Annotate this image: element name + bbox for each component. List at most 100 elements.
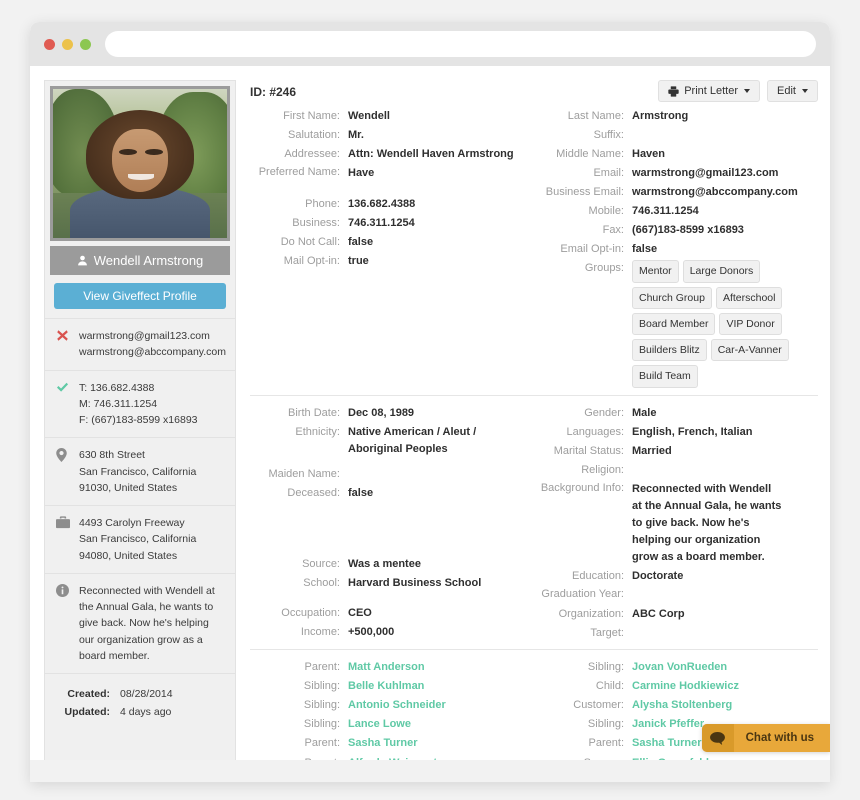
field-value: Male bbox=[632, 406, 657, 419]
field-languages: Languages: English, French, Italian bbox=[534, 424, 808, 441]
contact-name-banner: Wendell Armstrong bbox=[50, 246, 230, 275]
email-line: warmstrong@gmail123.com bbox=[79, 330, 210, 342]
field-business-phone: Business: 746.311.1254 bbox=[250, 215, 524, 232]
group-badge[interactable]: Afterschool bbox=[715, 286, 783, 309]
view-giveffect-profile-button[interactable]: View Giveffect Profile bbox=[54, 283, 226, 309]
field-value: Doctorate bbox=[632, 570, 684, 583]
field-row: Child: Carmine Hodkiewicz bbox=[534, 678, 808, 695]
field-marital-status: Marital Status: Married bbox=[534, 443, 808, 460]
contact-name-text: Wendell Armstrong bbox=[93, 253, 204, 268]
field-value: English, French, Italian bbox=[632, 425, 753, 438]
field-label: First Name: bbox=[283, 110, 340, 122]
field-value: Haven bbox=[632, 148, 666, 161]
sidebar-meta: Created: 08/28/2014 Updated: 4 days ago bbox=[45, 674, 235, 738]
field-value: warmstrong@abccompany.com bbox=[632, 186, 798, 199]
related-contact-link[interactable]: Janick Pfeffer bbox=[632, 716, 704, 733]
field-row: Sibling: Lance Lowe bbox=[250, 716, 524, 733]
related-contact-link[interactable]: Sasha Turner bbox=[632, 735, 702, 752]
group-badge[interactable]: Builders Blitz bbox=[632, 339, 707, 362]
group-badge[interactable]: Board Member bbox=[632, 312, 716, 336]
related-contact-link[interactable]: Carmine Hodkiewicz bbox=[632, 678, 739, 695]
window-controls bbox=[44, 38, 91, 50]
field-label: Target: bbox=[590, 627, 624, 640]
print-letter-label: Print Letter bbox=[684, 85, 739, 97]
contact-photo bbox=[50, 86, 230, 241]
address-line: 94080, United States bbox=[79, 549, 178, 562]
field-label: Sibling: bbox=[587, 661, 624, 674]
related-contact-link[interactable]: Belle Kuhlman bbox=[348, 678, 424, 695]
phone-line: F: (667)183-8599 x16893 bbox=[79, 414, 198, 427]
field-label: Email Opt-in: bbox=[560, 243, 624, 256]
field-value: 746.311.1254 bbox=[348, 217, 415, 230]
field-middle-name: Middle Name: Haven bbox=[534, 146, 808, 163]
field-groups: Groups: Mentor Large Donors Church Group Af… bbox=[534, 260, 808, 388]
field-value: warmstrong@gmail123.com bbox=[632, 167, 779, 180]
updated-label: Updated: bbox=[64, 706, 111, 719]
field-row: Parent: Sasha Turner bbox=[250, 735, 524, 752]
field-label: Education: bbox=[572, 570, 624, 583]
maximize-window-button[interactable] bbox=[80, 38, 91, 50]
field-value: true bbox=[348, 255, 369, 268]
field-maiden-name: Maiden Name: bbox=[250, 466, 524, 483]
groups-badge-list: Mentor Large Donors Church Group Afterschoo… bbox=[632, 260, 804, 388]
page-bottom-fade bbox=[30, 760, 830, 782]
group-badge[interactable]: Car-A-Vanner bbox=[710, 339, 789, 362]
field-label: Customer: bbox=[573, 699, 624, 712]
group-badge[interactable]: Church Group bbox=[632, 286, 712, 309]
field-phone: Phone: 136.682.4388 bbox=[250, 196, 524, 213]
group-badge[interactable]: Large Donors bbox=[682, 260, 761, 283]
related-contact-link[interactable]: Alysha Stoltenberg bbox=[632, 697, 732, 714]
field-label: Income: bbox=[300, 626, 340, 639]
field-label: Gender: bbox=[584, 406, 624, 419]
page-viewport: Wendell Armstrong View Giveffect Profile… bbox=[30, 66, 830, 782]
chat-widget-button[interactable]: Chat with us bbox=[701, 724, 830, 752]
field-value: Have bbox=[348, 167, 375, 180]
sidebar-work-address-text: 4493 Carolyn Freeway San Francisco, Cali… bbox=[79, 515, 196, 564]
relationships-left-column: Parent: Matt Anderson Sibling: Belle Kuhlma… bbox=[250, 659, 534, 773]
group-badge[interactable]: VIP Donor bbox=[719, 312, 782, 336]
field-label: Parent: bbox=[588, 737, 624, 750]
updated-value: 4 days ago bbox=[120, 706, 172, 719]
related-contact-link[interactable]: Lance Lowe bbox=[348, 716, 411, 733]
minimize-window-button[interactable] bbox=[62, 38, 73, 50]
field-label: Maiden Name: bbox=[268, 467, 340, 480]
field-value: Harvard Business School bbox=[348, 576, 482, 589]
address-line: 4493 Carolyn Freeway bbox=[79, 517, 185, 530]
field-mail-opt-in: Mail Opt-in: true bbox=[250, 253, 524, 270]
related-contact-link[interactable]: Antonio Schneider bbox=[348, 697, 446, 714]
field-graduation-year: Graduation Year: bbox=[534, 587, 808, 604]
related-contact-link[interactable]: Matt Anderson bbox=[348, 659, 425, 676]
address-line: 91030, United States bbox=[79, 481, 178, 494]
group-badge[interactable]: Build Team bbox=[632, 365, 698, 388]
field-label: Suffix: bbox=[593, 129, 624, 142]
field-first-name: First Name: Wendell bbox=[250, 108, 524, 125]
printer-icon bbox=[668, 85, 679, 97]
record-id-label: ID: #246 bbox=[250, 85, 297, 99]
address-bar-input[interactable] bbox=[105, 31, 816, 57]
field-label: Sibling: bbox=[587, 718, 624, 731]
map-pin-icon bbox=[56, 447, 70, 496]
field-label: School: bbox=[303, 576, 340, 589]
field-label: Mobile: bbox=[588, 205, 624, 218]
field-label: Business: bbox=[292, 217, 340, 230]
close-window-button[interactable] bbox=[44, 38, 55, 50]
field-value: Mr. bbox=[348, 129, 364, 142]
related-contact-link[interactable]: Sasha Turner bbox=[348, 735, 418, 752]
field-label: Religion: bbox=[581, 463, 624, 476]
demographics-section: Birth Date: Dec 08, 1989 Ethnicity: Nati… bbox=[250, 396, 818, 651]
record-actions: Print Letter Edit bbox=[658, 80, 818, 102]
field-row: Sibling: Belle Kuhlman bbox=[250, 678, 524, 695]
edit-button[interactable]: Edit bbox=[767, 80, 818, 102]
field-label: Marital Status: bbox=[553, 444, 624, 457]
field-last-name: Last Name: Armstrong bbox=[534, 108, 808, 125]
print-letter-button[interactable]: Print Letter bbox=[658, 80, 761, 102]
phone-line: T: 136.682.4388 bbox=[79, 381, 155, 394]
relationships-right-column: Sibling: Jovan VonRueden Child: Carmine Hod… bbox=[534, 659, 818, 773]
field-source: Source: Was a mentee bbox=[250, 556, 524, 573]
field-label: Addressee: bbox=[284, 148, 340, 161]
related-contact-link[interactable]: Jovan VonRueden bbox=[632, 659, 727, 676]
sidebar-emails: warmstrong@gmail123.com warmstrong@abcco… bbox=[45, 319, 235, 371]
group-badge[interactable]: Mentor bbox=[632, 260, 679, 283]
field-label: Sibling: bbox=[303, 680, 340, 693]
field-label: Organization: bbox=[558, 608, 624, 621]
